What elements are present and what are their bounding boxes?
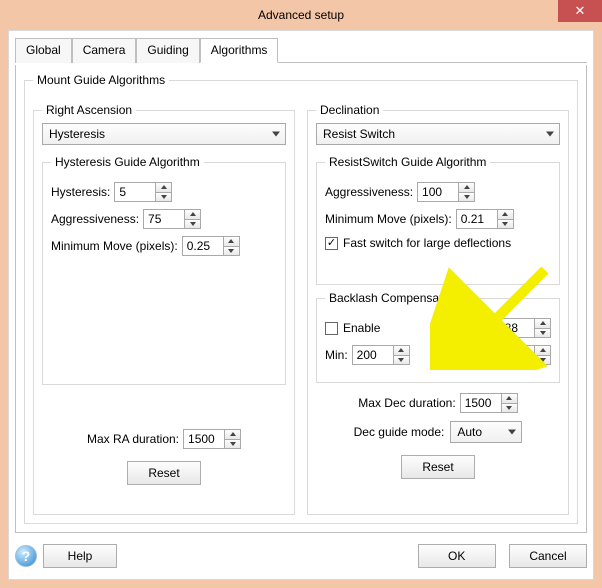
dec-legend: Declination: [316, 103, 383, 117]
tab-algorithms[interactable]: Algorithms: [200, 38, 279, 63]
max-label: Max:: [463, 348, 489, 362]
ok-button[interactable]: OK: [418, 544, 496, 568]
spinner-up-icon[interactable]: [225, 430, 240, 439]
max-dec-duration-spinner[interactable]: [460, 393, 518, 413]
spinner-up-icon[interactable]: [535, 319, 550, 328]
ra-aggressiveness-spinner[interactable]: [143, 209, 201, 229]
ra-minmove-spinner[interactable]: [182, 236, 240, 256]
hysteresis-guide-algorithm-group: Hysteresis Guide Algorithm Hysteresis: A…: [42, 155, 286, 385]
ra-minmove-input[interactable]: [182, 236, 224, 256]
min-label: Min:: [325, 348, 348, 362]
dec-minmove-label: Minimum Move (pixels):: [325, 212, 452, 226]
tabstrip: Global Camera Guiding Algorithms: [15, 37, 587, 63]
ra-legend: Right Ascension: [42, 103, 136, 117]
dec-reset-button[interactable]: Reset: [401, 455, 475, 479]
window-title: Advanced setup: [258, 8, 344, 22]
max-dec-duration-input[interactable]: [460, 393, 502, 413]
spinner-up-icon[interactable]: [535, 346, 550, 355]
spinner-down-icon[interactable]: [224, 246, 239, 256]
dec-aggressiveness-spinner[interactable]: [417, 182, 475, 202]
ra-reset-button[interactable]: Reset: [127, 461, 201, 485]
spinner-down-icon[interactable]: [156, 192, 171, 202]
spinner-down-icon[interactable]: [394, 355, 409, 365]
amount-input[interactable]: [493, 318, 535, 338]
ra-algorithm-select[interactable]: Hysteresis: [42, 123, 286, 145]
dec-algorithm-select[interactable]: Resist Switch: [316, 123, 560, 145]
help-button[interactable]: Help: [43, 544, 117, 568]
tab-guiding[interactable]: Guiding: [136, 38, 199, 63]
chevron-down-icon: [546, 132, 554, 137]
fast-switch-checkbox[interactable]: ✓: [325, 237, 338, 250]
enable-backlash-label: Enable: [343, 321, 380, 335]
max-dec-duration-label: Max Dec duration:: [358, 396, 455, 410]
enable-backlash-checkbox[interactable]: [325, 322, 338, 335]
dec-guide-mode-value: Auto: [457, 425, 482, 439]
max-ra-duration-input[interactable]: [183, 429, 225, 449]
mount-legend: Mount Guide Algorithms: [33, 73, 169, 87]
spinner-up-icon[interactable]: [185, 210, 200, 219]
tab-global[interactable]: Global: [15, 38, 72, 63]
amount-label: Amount:: [444, 321, 489, 335]
spinner-up-icon[interactable]: [224, 237, 239, 246]
dec-minmove-spinner[interactable]: [456, 209, 514, 229]
help-icon[interactable]: ?: [15, 545, 37, 567]
dec-aggressiveness-label: Aggressiveness:: [325, 185, 413, 199]
spinner-up-icon[interactable]: [156, 183, 171, 192]
ra-algo-legend: Hysteresis Guide Algorithm: [51, 155, 204, 169]
spinner-down-icon[interactable]: [535, 328, 550, 338]
spinner-up-icon[interactable]: [498, 210, 513, 219]
backlash-legend: Backlash Compensation: [325, 291, 462, 305]
hysteresis-label: Hysteresis:: [51, 185, 110, 199]
spinner-up-icon[interactable]: [394, 346, 409, 355]
backlash-compensation-group: Backlash Compensation Enable Amount:: [316, 291, 560, 383]
ra-minmove-label: Minimum Move (pixels):: [51, 239, 178, 253]
spinner-up-icon[interactable]: [502, 394, 517, 403]
dec-aggressiveness-input[interactable]: [417, 182, 459, 202]
ra-algorithm-value: Hysteresis: [49, 127, 105, 141]
fast-switch-label: Fast switch for large deflections: [343, 236, 511, 250]
max-input[interactable]: [493, 345, 535, 365]
hysteresis-input[interactable]: [114, 182, 156, 202]
dec-guide-mode-select[interactable]: Auto: [450, 421, 522, 443]
tab-content: Mount Guide Algorithms Right Ascension H…: [15, 65, 587, 533]
spinner-down-icon[interactable]: [225, 439, 240, 449]
spinner-down-icon[interactable]: [459, 192, 474, 202]
dialog-footer: ? Help OK Cancel: [15, 541, 587, 571]
min-spinner[interactable]: [352, 345, 410, 365]
hysteresis-spinner[interactable]: [114, 182, 172, 202]
cancel-button[interactable]: Cancel: [509, 544, 587, 568]
dec-guide-mode-label: Dec guide mode:: [354, 425, 445, 439]
amount-spinner[interactable]: [493, 318, 551, 338]
tab-camera[interactable]: Camera: [72, 38, 137, 63]
close-icon: ✕: [575, 3, 586, 19]
spinner-down-icon[interactable]: [535, 355, 550, 365]
max-ra-duration-label: Max RA duration:: [87, 432, 179, 446]
spinner-down-icon[interactable]: [185, 219, 200, 229]
spinner-down-icon[interactable]: [502, 403, 517, 413]
titlebar: Advanced setup ✕: [0, 0, 602, 30]
ra-aggressiveness-input[interactable]: [143, 209, 185, 229]
min-input[interactable]: [352, 345, 394, 365]
resist-switch-guide-algorithm-group: ResistSwitch Guide Algorithm Aggressiven…: [316, 155, 560, 285]
max-ra-duration-spinner[interactable]: [183, 429, 241, 449]
ra-aggressiveness-label: Aggressiveness:: [51, 212, 139, 226]
declination-group: Declination Resist Switch ResistSwitch G…: [307, 103, 569, 515]
dec-minmove-input[interactable]: [456, 209, 498, 229]
chevron-down-icon: [272, 132, 280, 137]
dec-algo-legend: ResistSwitch Guide Algorithm: [325, 155, 490, 169]
dialog-body: Global Camera Guiding Algorithms Mount G…: [8, 30, 594, 580]
right-ascension-group: Right Ascension Hysteresis Hysteresis Gu…: [33, 103, 295, 515]
dec-algorithm-value: Resist Switch: [323, 127, 395, 141]
chevron-down-icon: [508, 430, 516, 435]
spinner-down-icon[interactable]: [498, 219, 513, 229]
mount-guide-algorithms-group: Mount Guide Algorithms Right Ascension H…: [24, 73, 578, 524]
max-spinner[interactable]: [493, 345, 551, 365]
close-button[interactable]: ✕: [558, 0, 602, 22]
spinner-up-icon[interactable]: [459, 183, 474, 192]
